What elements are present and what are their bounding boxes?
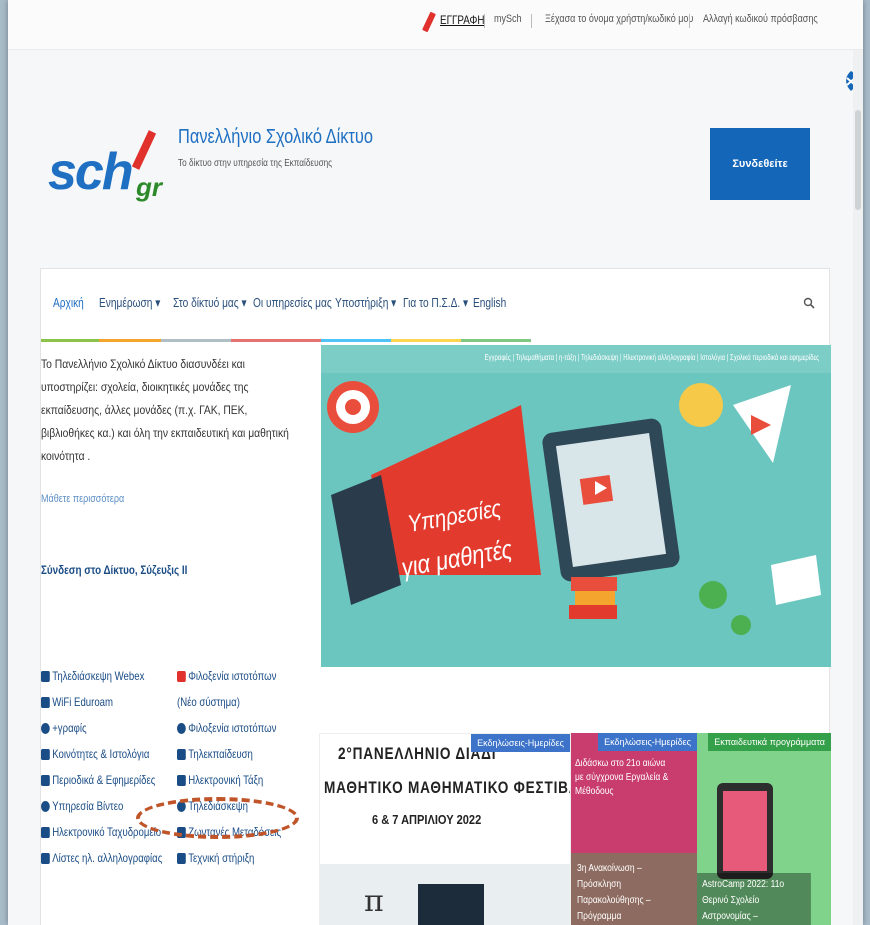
intro-text: Το Πανελλήνιο Σχολικό Δίκτυο διασυνδέει …: [41, 357, 289, 463]
teaching-title: Διδάσκω στο 21ο αιώνα με σύγχρονα Εργαλε…: [575, 758, 669, 797]
register-link[interactable]: ΕΓΓΡΑΦΗ: [440, 13, 484, 27]
change-password-link[interactable]: Αλλαγή κωδικού πρόσβασης: [703, 13, 818, 25]
newspaper-icon: [41, 774, 50, 786]
read-more-link[interactable]: Μάθετε περισσότερα: [41, 493, 124, 505]
link-eduroam[interactable]: WiFi Eduroam: [41, 695, 113, 709]
teaching-caption[interactable]: 3η Ανακοίνωση – Πρόσκληση Παρακολούθησης…: [577, 861, 679, 925]
users-icon: [41, 670, 50, 682]
highlight-oval: [136, 797, 299, 839]
logo-gr-text: gr: [136, 172, 162, 202]
services-banner[interactable]: Εγγραφές | Τηλεμαθήματα | η-τάξη | Τηλεδ…: [321, 345, 831, 667]
divider: [689, 14, 690, 28]
globe-icon: [177, 722, 186, 734]
logo-pen-mark: [131, 130, 157, 170]
classroom-icon: [177, 774, 186, 786]
divider: [484, 14, 485, 28]
link-eclass[interactable]: Ηλεκτρονική Τάξη: [177, 773, 263, 787]
list-icon: [41, 852, 50, 864]
home-icon: [177, 670, 186, 682]
nav-home[interactable]: Αρχική: [53, 295, 84, 310]
festival-date: 6 & 7 ΑΠΡΙΛΙΟΥ 2022: [372, 812, 482, 827]
graduation-cap-icon: [177, 748, 186, 760]
accent-stripe: [41, 339, 99, 342]
mysch-link[interactable]: mySch: [494, 13, 522, 25]
link-grafis[interactable]: +γραφίς: [41, 721, 87, 735]
link-mailing-lists[interactable]: Λίστες ηλ. αλληλογραφίας: [41, 851, 162, 865]
pi-symbol: π: [364, 884, 384, 919]
link-web-hosting[interactable]: Φιλοξενία ιστοτόπων: [177, 721, 276, 735]
divider: [531, 14, 532, 28]
browser-page: ΕΓΓΡΑΦΗ mySch Ξέχασα το όνομα χρήστη/κωδ…: [8, 0, 863, 925]
search-icon[interactable]: [803, 297, 815, 309]
sch-logo[interactable]: sch gr: [48, 120, 188, 220]
link-new-system-note[interactable]: (Νέο σύστημα): [177, 695, 240, 709]
plus-icon: [41, 722, 50, 734]
festival-tile[interactable]: 2°ΠΑΝΕΛΛΗΝΙΟ ΔΙΑΔΙ ΜΑΘΗΤΙΚΟ ΜΑΘΗΜΑΤΙΚΟ Φ…: [319, 733, 571, 925]
blog-icon: [41, 748, 50, 760]
link-elearning[interactable]: Τηλεκπαίδευση: [177, 747, 253, 761]
accent-stripe: [231, 339, 321, 342]
accent-stripe: [321, 339, 391, 342]
category-badge[interactable]: Εκδηλώσεις-Ημερίδες: [598, 733, 697, 751]
nav-network[interactable]: Στο δίκτυό μας ▾: [173, 295, 247, 311]
banner-illustration: [327, 381, 821, 635]
pen-icon: [422, 11, 436, 33]
network-connection-link[interactable]: Σύνδεση στο Δίκτυο, Σύζευξις ΙΙ: [41, 563, 187, 577]
accent-stripe: [99, 339, 161, 342]
accent-stripe: [391, 339, 461, 342]
accent-stripe: [461, 339, 531, 342]
top-utility-bar: ΕΓΓΡΑΦΗ mySch Ξέχασα το όνομα χρήστη/κωδ…: [8, 0, 863, 50]
category-badge[interactable]: Εκδηλώσεις-Ημερίδες: [471, 734, 570, 752]
mail-icon: [41, 826, 50, 838]
forgot-credentials-link[interactable]: Ξέχασα το όνομα χρήστη/κωδικό μου: [545, 13, 693, 25]
link-magazines[interactable]: Περιοδικά & Εφημερίδες: [41, 773, 155, 787]
nav-news[interactable]: Ενημέρωση ▾: [99, 295, 160, 311]
festival-title-line2: ΜΑΘΗΤΙΚΟ ΜΑΘΗΜΑΤΙΚΟ ΦΕΣΤΙΒΑ/: [324, 778, 571, 797]
video-icon: [41, 800, 50, 812]
teaching-tile[interactable]: Εκδηλώσεις-Ημερίδες Διδάσκω στο 21ο αιών…: [571, 733, 697, 925]
link-web-hosting-new[interactable]: Φιλοξενία ιστοτόπων: [177, 669, 276, 683]
astrocamp-caption[interactable]: AstroCamp 2022: 11ο Θερινό Σχολείο Αστρο…: [697, 873, 811, 925]
link-blogs[interactable]: Κοινότητες & Ιστολόγια: [41, 747, 149, 761]
login-button[interactable]: Συνδεθείτε: [710, 128, 810, 200]
scrollbar[interactable]: [853, 50, 863, 925]
logo-sch-text: sch: [48, 143, 134, 201]
nav-support[interactable]: Υποστήριξη ▾: [335, 295, 396, 311]
main-nav: Αρχική Ενημέρωση ▾ Στο δίκτυό μας ▾ Οι υ…: [41, 269, 829, 339]
accent-stripe: [161, 339, 231, 342]
nav-services[interactable]: Οι υπηρεσίες μας: [253, 295, 332, 310]
phone-screen: [723, 791, 767, 871]
support-icon: [177, 852, 186, 864]
category-badge[interactable]: Εκπαιδευτικά προγράμματα: [708, 733, 831, 751]
wifi-icon: [41, 696, 50, 708]
nav-about[interactable]: Για το Π.Σ.Δ. ▾: [403, 295, 468, 311]
scrollbar-thumb[interactable]: [855, 110, 861, 210]
site-subtitle: Το δίκτυο στην υπηρεσία της Εκπαίδευσης: [178, 158, 333, 169]
site-title: Πανελλήνιο Σχολικό Δίκτυο: [178, 126, 373, 148]
video-thumbnail: [418, 884, 484, 925]
nav-english[interactable]: English: [473, 295, 506, 310]
astrocamp-tile[interactable]: Εκπαιδευτικά προγράμματα AstroCamp 2022:…: [697, 733, 831, 925]
link-video[interactable]: Υπηρεσία Βίντεο: [41, 799, 123, 813]
link-tech-support[interactable]: Τεχνική στήριξη: [177, 851, 254, 865]
link-webex[interactable]: Τηλεδιάσκεψη Webex: [41, 669, 144, 683]
